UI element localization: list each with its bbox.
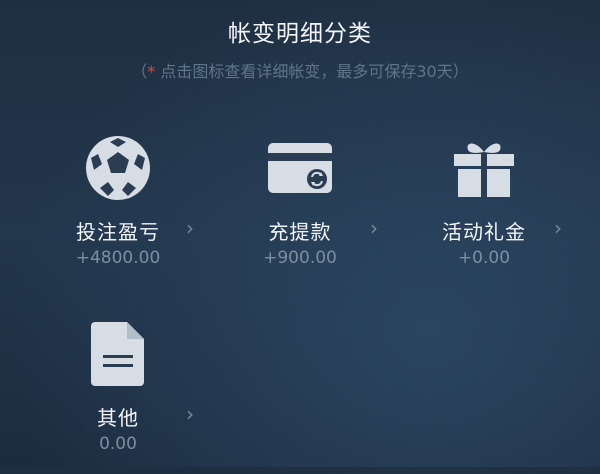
category-label: 充提款 xyxy=(268,220,332,244)
subtitle-prefix: （ xyxy=(131,62,148,81)
page-title: 帐变明细分类 xyxy=(228,21,372,47)
category-label: 活动礼金 xyxy=(442,220,526,244)
credit-card-icon xyxy=(210,128,390,208)
soccer-ball-icon xyxy=(28,128,208,208)
gift-icon xyxy=(394,128,574,208)
chevron-right-icon: › xyxy=(186,216,194,240)
chevron-right-icon: › xyxy=(554,216,562,240)
category-label: 其他 xyxy=(97,406,139,430)
category-amount: +4800.00 xyxy=(75,248,161,268)
category-deposit-withdraw[interactable]: 充提款 › +900.00 xyxy=(210,128,390,288)
category-label: 投注盈亏 xyxy=(76,220,160,244)
category-amount: +0.00 xyxy=(457,248,511,268)
document-icon xyxy=(28,314,208,394)
category-amount: +900.00 xyxy=(263,248,337,268)
page-subtitle: （* 点击图标查看详细帐变，最多可保存30天） xyxy=(0,58,600,82)
category-promotion-bonus[interactable]: 活动礼金 › +0.00 xyxy=(394,128,574,288)
category-amount: 0.00 xyxy=(99,434,137,454)
chevron-right-icon: › xyxy=(370,216,378,240)
chevron-right-icon: › xyxy=(186,402,194,426)
category-bet-profit[interactable]: 投注盈亏 › +4800.00 xyxy=(28,128,208,288)
category-other[interactable]: 其他 › 0.00 xyxy=(28,314,208,474)
subtitle-text: 点击图标查看详细帐变，最多可保存30天） xyxy=(155,62,469,81)
